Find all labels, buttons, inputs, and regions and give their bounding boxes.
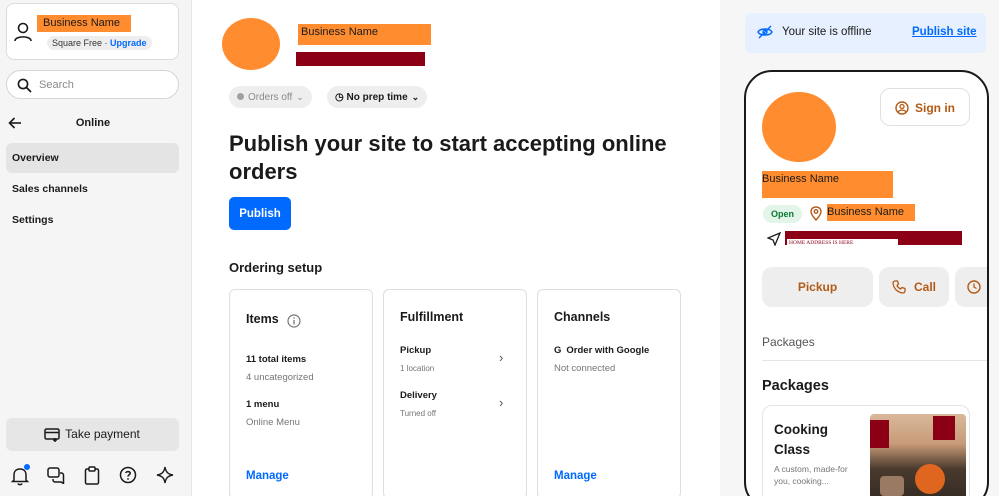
pickup-label: Pickup xyxy=(797,280,838,294)
open-status-badge: Open xyxy=(763,205,803,223)
clock-icon xyxy=(967,280,981,294)
package-title: Cooking Class xyxy=(774,422,828,457)
sign-in-button[interactable]: Sign in xyxy=(880,88,970,126)
pickup-button[interactable]: Pickup xyxy=(762,267,873,307)
preview-business-name: Business Name xyxy=(762,171,893,198)
delivery-sub: Turned off xyxy=(400,409,437,418)
sidebar: Business Name Square Free · Upgrade Onli… xyxy=(0,0,192,496)
plan-badge: Square Free · Upgrade xyxy=(47,36,152,50)
sidebar-item-overview[interactable]: Overview xyxy=(6,143,179,173)
chat-icon[interactable] xyxy=(47,466,67,486)
fulfillment-card-title: Fulfillment xyxy=(400,310,464,324)
sidebar-footer xyxy=(0,464,192,490)
divider xyxy=(762,360,987,361)
sidebar-item-sales-channels[interactable]: Sales channels xyxy=(6,174,179,204)
google-channel-label: Order with Google xyxy=(566,345,650,356)
prep-time-dropdown[interactable]: ◷ No prep time ⌄ xyxy=(327,86,428,108)
eye-off-icon xyxy=(757,25,773,39)
hours-button[interactable] xyxy=(955,267,987,307)
navigation-arrow-icon xyxy=(767,232,781,246)
call-label: Call xyxy=(913,280,936,294)
sidebar-item-settings[interactable]: Settings xyxy=(6,205,179,235)
redacted-face xyxy=(870,420,889,448)
preview-logo xyxy=(762,92,836,162)
orders-status-label: Orders off xyxy=(248,92,293,103)
take-payment-button[interactable]: Take payment xyxy=(6,418,179,451)
chevron-down-icon: ⌄ xyxy=(296,92,304,102)
items-uncategorized: 4 uncategorized xyxy=(246,372,314,383)
google-channel[interactable]: G Order with Google xyxy=(554,345,649,356)
delivery-label[interactable]: Delivery xyxy=(400,390,437,401)
items-total: 11 total items xyxy=(246,354,307,365)
pickup-sub: 1 location xyxy=(400,364,435,373)
publish-button[interactable]: Publish xyxy=(229,197,291,230)
packages-tab[interactable]: Packages xyxy=(762,335,815,349)
orders-status-dropdown[interactable]: Orders off ⌄ xyxy=(229,86,312,108)
clipboard-icon[interactable] xyxy=(84,466,104,486)
items-card: Items 11 total items 4 uncategorized 1 m… xyxy=(229,289,373,496)
payment-terminal-icon xyxy=(44,428,60,442)
preview-panel: Your site is offline Publish site Sign i… xyxy=(720,0,999,496)
fulfillment-card: Fulfillment Pickup 1 location › Delivery… xyxy=(383,289,527,496)
business-name: Business Name xyxy=(298,24,431,45)
sign-in-label: Sign in xyxy=(915,101,955,115)
upgrade-link[interactable]: Upgrade xyxy=(110,38,147,48)
channels-card: Channels G Order with Google Not connecte… xyxy=(537,289,681,496)
menu-count: 1 menu xyxy=(246,399,280,410)
publish-site-link[interactable]: Publish site xyxy=(912,26,977,38)
account-switcher[interactable]: Business Name Square Free · Upgrade xyxy=(6,3,179,60)
address-text: HOME ADDRESS IS HERE xyxy=(787,239,898,247)
items-manage-link[interactable]: Manage xyxy=(246,470,289,482)
package-card[interactable]: Cooking Class A custom, made-for you, co… xyxy=(762,405,970,496)
preview-address: HOME ADDRESS IS HERE xyxy=(785,231,962,247)
section-header: Online xyxy=(0,113,192,133)
info-icon[interactable] xyxy=(287,314,301,328)
status-dot xyxy=(237,93,244,100)
phone-icon xyxy=(892,280,906,294)
google-icon: G xyxy=(554,345,562,356)
redacted-face xyxy=(933,416,955,440)
call-button[interactable]: Call xyxy=(879,267,949,307)
search-input[interactable] xyxy=(39,77,169,93)
pickup-label[interactable]: Pickup xyxy=(400,345,431,356)
package-description: A custom, made-for you, cooking... xyxy=(774,464,848,486)
chevron-down-icon: ⌄ xyxy=(411,92,420,102)
clock-icon: ◷ xyxy=(335,92,344,103)
mobile-preview: Sign in Business Name Open Business Name… xyxy=(744,70,989,496)
package-image xyxy=(870,414,966,496)
page-title: Publish your site to start accepting onl… xyxy=(229,131,667,184)
preview-location-name: Business Name xyxy=(827,204,915,221)
main-content: Business Name Orders off ⌄ ◷ No prep time… xyxy=(192,0,720,496)
menu-name: Online Menu xyxy=(246,417,300,428)
google-channel-status: Not connected xyxy=(554,363,616,374)
bell-icon[interactable] xyxy=(10,464,31,486)
location-pin-icon xyxy=(810,206,822,221)
chevron-right-icon[interactable]: › xyxy=(499,350,503,365)
offline-banner: Your site is offline Publish site xyxy=(745,13,986,53)
packages-heading: Packages xyxy=(762,378,829,394)
ordering-setup-title: Ordering setup xyxy=(229,260,323,275)
offline-banner-text: Your site is offline xyxy=(782,26,872,38)
search-box[interactable] xyxy=(6,70,179,99)
channels-manage-link[interactable]: Manage xyxy=(554,470,597,482)
person-icon xyxy=(14,22,32,42)
items-card-title: Items xyxy=(246,312,279,326)
channels-card-title: Channels xyxy=(554,310,611,324)
notification-dot xyxy=(24,464,30,470)
redacted-text xyxy=(296,52,425,66)
plan-name: Square Free xyxy=(52,38,103,48)
search-icon xyxy=(17,78,32,93)
help-icon[interactable] xyxy=(119,466,139,486)
user-circle-icon xyxy=(895,101,909,115)
chevron-right-icon[interactable]: › xyxy=(499,395,503,410)
prep-time-label: No prep time xyxy=(346,92,408,103)
sparkle-icon[interactable] xyxy=(156,466,176,486)
business-logo xyxy=(222,18,280,70)
account-business-name: Business Name xyxy=(37,15,131,32)
section-title: Online xyxy=(75,117,111,129)
